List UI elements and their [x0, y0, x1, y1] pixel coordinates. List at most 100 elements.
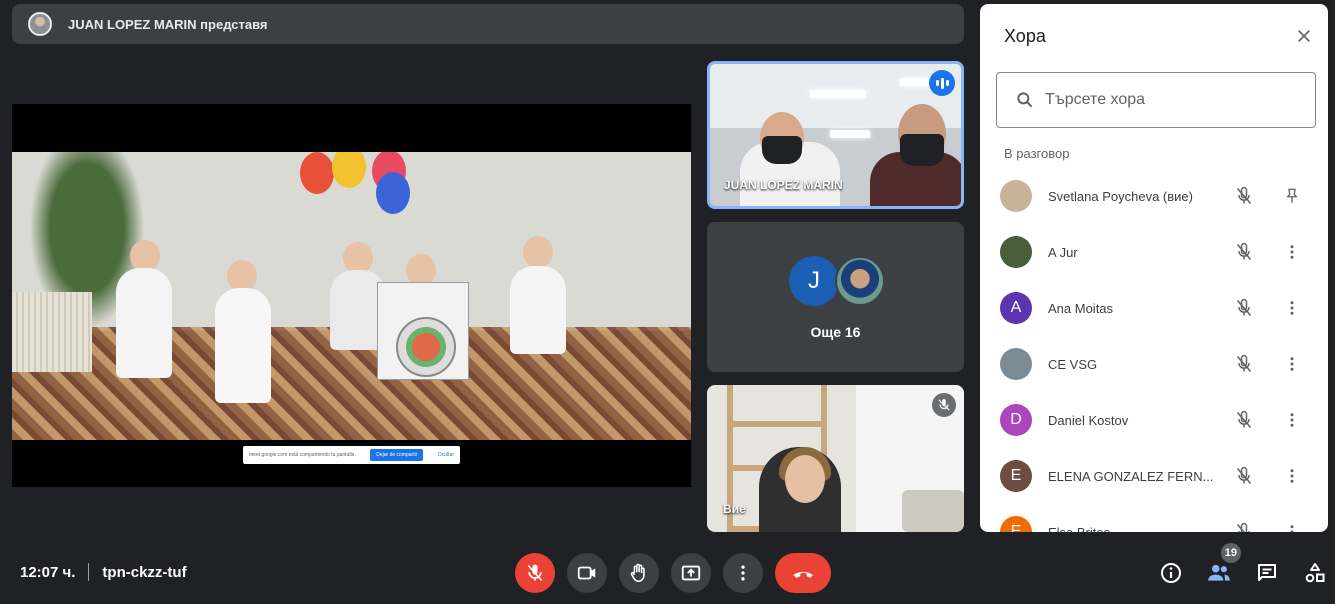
participant-video-mask: [762, 136, 802, 164]
participant-name: Daniel Kostov: [1048, 412, 1129, 428]
avatar: [835, 256, 885, 306]
more-vert-icon[interactable]: [1280, 240, 1304, 264]
search-input[interactable]: [1045, 91, 1295, 109]
pin-icon[interactable]: [1280, 184, 1304, 208]
leave-call-button[interactable]: [775, 553, 831, 593]
avatar: E: [1000, 460, 1032, 492]
present-icon: [681, 565, 701, 581]
activities-icon: [1305, 563, 1325, 583]
more-participants-label: Още 16: [810, 324, 861, 340]
presentation-video: [12, 152, 691, 440]
chat-button[interactable]: [1251, 557, 1283, 589]
chat-icon: [1258, 564, 1276, 581]
more-options-button[interactable]: [723, 553, 763, 593]
stop-sharing-button[interactable]: Dejar de compartir: [370, 449, 424, 461]
share-notice: meet.google.com está compartiendo tu pan…: [243, 446, 460, 464]
mic-off-icon: [527, 564, 543, 582]
participant-name: Svetlana Poycheva (вие): [1048, 188, 1193, 204]
participant-row[interactable]: E Elsa Brites: [980, 504, 1328, 532]
balloon-graphic: [376, 172, 410, 214]
participant-name: Ana Moitas: [1048, 300, 1114, 316]
clock-time: 12:07 ч.: [20, 563, 76, 581]
child-graphic: [215, 288, 271, 403]
more-vert-icon[interactable]: [1280, 464, 1304, 488]
washer-costume-graphic: [377, 282, 469, 380]
mic-off-icon: [1232, 240, 1256, 264]
avatar: [1000, 348, 1032, 380]
mic-off-icon: [1232, 408, 1256, 432]
mic-off-icon: [932, 393, 956, 417]
divider: [88, 563, 90, 581]
close-icon[interactable]: [1292, 24, 1316, 48]
avatar: [1000, 180, 1032, 212]
more-vert-icon[interactable]: [1280, 408, 1304, 432]
shared-screen[interactable]: meet.google.com está compartiendo tu pan…: [12, 104, 691, 487]
speaker-name-label: JUAN LOPEZ MARIN: [724, 178, 843, 192]
participant-video-mask: [900, 134, 944, 166]
more-avatars: J: [789, 256, 885, 306]
people-panel: Хора В разговор Svetlana Poycheva (вие) A…: [980, 4, 1328, 532]
present-screen-button[interactable]: [671, 553, 711, 593]
share-notice-text: meet.google.com está compartiendo tu pan…: [249, 452, 356, 458]
participant-row[interactable]: A Jur: [980, 224, 1328, 280]
activities-button[interactable]: [1299, 557, 1331, 589]
participant-name: ELENA GONZALEZ FERN...: [1048, 468, 1214, 484]
radiator-graphic: [12, 292, 92, 372]
avatar: A: [1000, 292, 1032, 324]
meeting-info: 12:07 ч. tpn-ckzz-tuf: [20, 563, 187, 581]
search-people-field[interactable]: [996, 72, 1316, 128]
people-icon: [1208, 564, 1230, 581]
mic-off-icon: [1232, 184, 1256, 208]
participant-row[interactable]: Svetlana Poycheva (вие): [980, 168, 1328, 224]
raise-hand-button[interactable]: [619, 553, 659, 593]
meeting-details-button[interactable]: [1155, 557, 1187, 589]
presenter-avatar: [28, 12, 52, 36]
avatar: [1000, 236, 1032, 268]
speaker-tile[interactable]: JUAN LOPEZ MARIN: [707, 61, 964, 209]
participant-name: Elsa Brites: [1048, 524, 1111, 533]
mic-off-button[interactable]: [515, 553, 555, 593]
child-graphic: [510, 266, 566, 354]
mic-off-icon: [1232, 464, 1256, 488]
camera-button[interactable]: [567, 553, 607, 593]
avatar: E: [1000, 516, 1032, 532]
hang-up-icon: [793, 571, 813, 578]
child-graphic: [116, 268, 172, 378]
meet-window: JUAN LOPEZ MARIN представя meet.google.c…: [0, 0, 1335, 604]
avatar: J: [789, 256, 839, 306]
participant-list: Svetlana Poycheva (вие) A Jur A Ana Moitas C…: [980, 168, 1328, 532]
ceiling-light-graphic: [810, 90, 866, 98]
panel-title: Хора: [1004, 26, 1046, 46]
self-tile[interactable]: Вие: [707, 385, 964, 532]
hand-icon: [630, 563, 645, 583]
participant-row[interactable]: CE VSG: [980, 336, 1328, 392]
more-participants-tile[interactable]: J Още 16: [707, 222, 964, 372]
mic-off-icon: [1232, 352, 1256, 376]
speaking-indicator-icon: [929, 70, 955, 96]
balloon-graphic: [332, 152, 366, 188]
presenter-text: JUAN LOPEZ MARIN представя: [68, 16, 268, 32]
more-vert-icon[interactable]: [1280, 352, 1304, 376]
participant-row[interactable]: A Ana Moitas: [980, 280, 1328, 336]
participant-row[interactable]: D Daniel Kostov: [980, 392, 1328, 448]
participant-row[interactable]: E ELENA GONZALEZ FERN...: [980, 448, 1328, 504]
more-vert-icon: [741, 565, 745, 581]
balloon-graphic: [300, 152, 334, 194]
participant-count-badge: 19: [1220, 543, 1241, 563]
shelf-graphic: [727, 421, 827, 427]
ceiling-light-graphic: [830, 130, 870, 138]
more-vert-icon[interactable]: [1280, 520, 1304, 532]
meeting-code[interactable]: tpn-ckzz-tuf: [102, 564, 186, 581]
info-icon: [1161, 563, 1181, 583]
hide-link[interactable]: Ocultar: [438, 452, 454, 458]
call-controls: [515, 553, 831, 593]
camera-icon: [577, 566, 596, 580]
more-vert-icon[interactable]: [1280, 296, 1304, 320]
in-call-section-label: В разговор: [1004, 146, 1070, 161]
people-button[interactable]: 19: [1203, 543, 1241, 589]
avatar: D: [1000, 404, 1032, 436]
presenting-banner: JUAN LOPEZ MARIN представя: [12, 4, 964, 44]
mic-off-icon: [1232, 296, 1256, 320]
search-icon: [1017, 92, 1033, 108]
child-graphic: [523, 236, 553, 268]
